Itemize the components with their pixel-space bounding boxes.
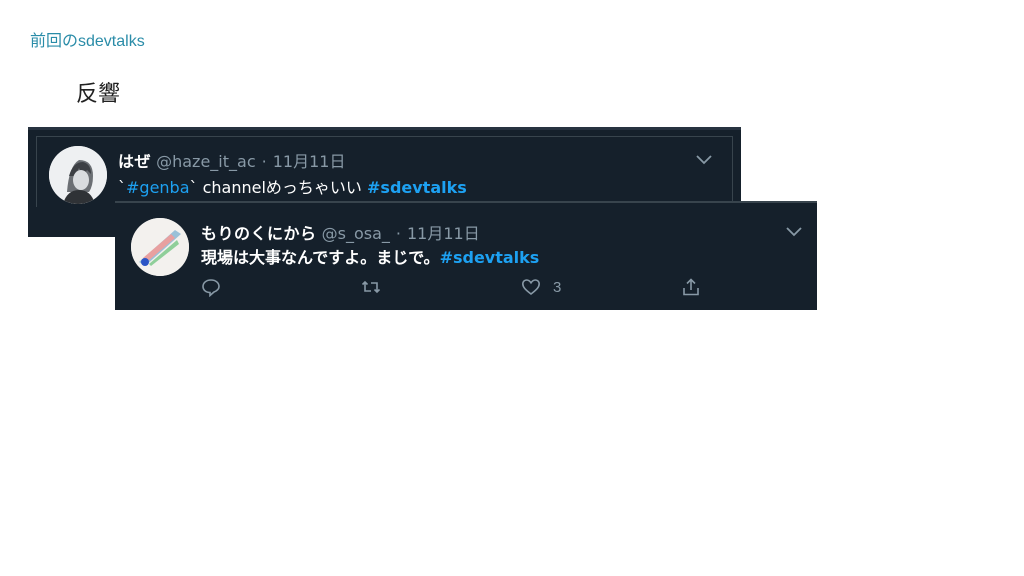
hashtag-sdevtalks[interactable]: #sdevtalks <box>440 248 540 267</box>
tweet-date[interactable]: 11月11日 <box>407 224 480 243</box>
avatar-illustration <box>131 218 189 276</box>
share-button[interactable] <box>681 277 701 297</box>
chevron-down-icon[interactable] <box>785 225 803 237</box>
reply-icon <box>202 279 220 297</box>
retweet-icon <box>361 280 381 294</box>
share-icon <box>683 278 699 296</box>
chevron-down-icon[interactable] <box>695 153 713 165</box>
user-handle[interactable]: @haze_it_ac <box>156 152 256 171</box>
separator: · <box>395 224 401 243</box>
user-handle[interactable]: @s_osa_ <box>322 224 390 243</box>
tweet-text-body: 現場は大事なんですよ。まじで。 <box>201 248 440 267</box>
reply-button[interactable] <box>201 277 221 297</box>
avatar[interactable] <box>49 146 107 204</box>
tweet-header: はぜ @haze_it_ac · 11月11日 <box>118 148 345 172</box>
hashtag-link[interactable]: #genba <box>126 178 190 197</box>
avatar[interactable] <box>131 218 189 276</box>
like-count: 3 <box>553 278 562 296</box>
tweet-card-2[interactable]: もりのくにから @s_osa_ · 11月11日 現場は大事なんですよ。まじで。#s… <box>115 201 817 310</box>
avatar-illustration <box>49 146 107 204</box>
hashtag-sdevtalks[interactable]: #sdevtalks <box>367 178 467 197</box>
tweet-text-middle: ` channelめっちゃいい <box>189 178 368 197</box>
display-name[interactable]: はぜ <box>118 152 151 171</box>
slide-header: 前回のsdevtalks <box>30 33 145 50</box>
tweet-header: もりのくにから @s_osa_ · 11月11日 <box>201 220 480 244</box>
tweet-text: 現場は大事なんですよ。まじで。#sdevtalks <box>201 244 539 268</box>
tweet-text-prefix: ` <box>118 178 126 197</box>
separator: · <box>261 152 267 171</box>
display-name[interactable]: もりのくにから <box>201 224 317 243</box>
tweet-date[interactable]: 11月11日 <box>273 152 346 171</box>
tweet-text: `#genba` channelめっちゃいい #sdevtalks <box>118 174 467 198</box>
retweet-button[interactable] <box>361 277 381 297</box>
slide-title: 反響 <box>76 82 121 107</box>
like-button[interactable]: 3 <box>521 277 561 297</box>
like-icon <box>521 279 541 296</box>
